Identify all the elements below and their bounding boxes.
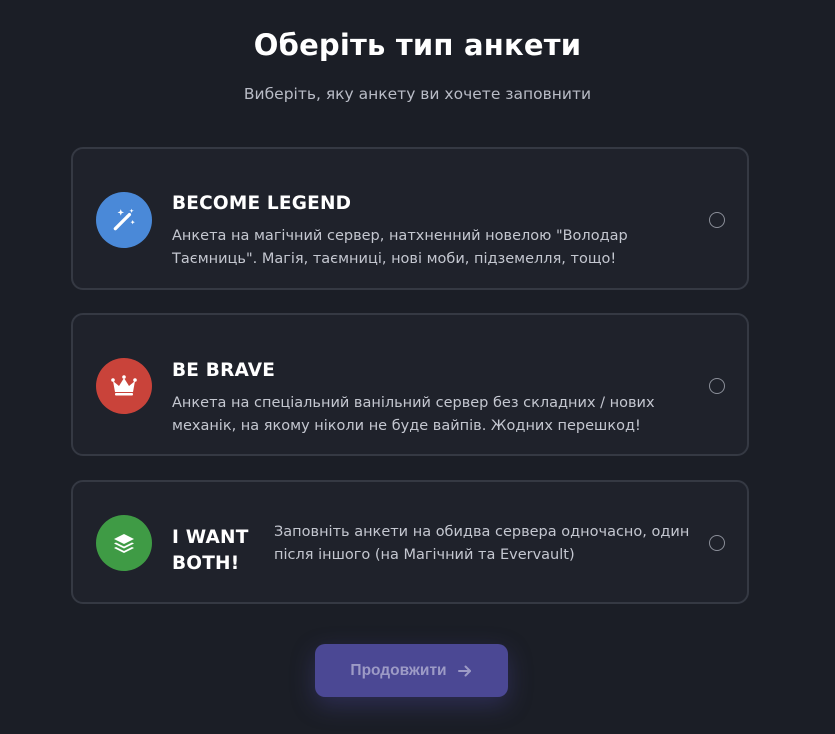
option-card-be-brave[interactable]: BE BRAVE Анкета на спеціальний ванільний… bbox=[71, 313, 749, 456]
page-title: Оберіть тип анкети bbox=[253, 28, 582, 62]
option-name: BECOME LEGEND bbox=[172, 193, 352, 214]
option-description: Анкета на спеціальний ванільний сервер б… bbox=[172, 395, 655, 434]
magic-wand-icon bbox=[96, 192, 152, 248]
option-name: I WANT BOTH! bbox=[172, 527, 249, 574]
option-radio[interactable] bbox=[709, 535, 725, 551]
option-radio[interactable] bbox=[709, 212, 725, 228]
continue-button[interactable]: Продовжити bbox=[315, 644, 508, 697]
option-description: Анкета на магічний сервер, натхненний но… bbox=[172, 228, 628, 267]
option-radio[interactable] bbox=[709, 378, 725, 394]
arrow-right-icon bbox=[457, 663, 473, 679]
option-card-i-want-both[interactable]: I WANT BOTH! Заповніть анкети на обидва … bbox=[71, 480, 749, 604]
option-card-become-legend[interactable]: BECOME LEGEND Анкета на магічний сервер,… bbox=[71, 147, 749, 290]
layers-icon bbox=[96, 515, 152, 571]
form-type-selection-page: Оберіть тип анкети Виберіть, яку анкету … bbox=[0, 0, 835, 734]
option-description: Заповніть анкети на обидва сервера одноч… bbox=[274, 524, 690, 563]
crown-icon bbox=[96, 358, 152, 414]
option-name: BE BRAVE bbox=[172, 360, 276, 381]
continue-button-label: Продовжити bbox=[350, 661, 447, 679]
page-subtitle: Виберіть, яку анкету ви хочете заповнити bbox=[243, 85, 592, 103]
